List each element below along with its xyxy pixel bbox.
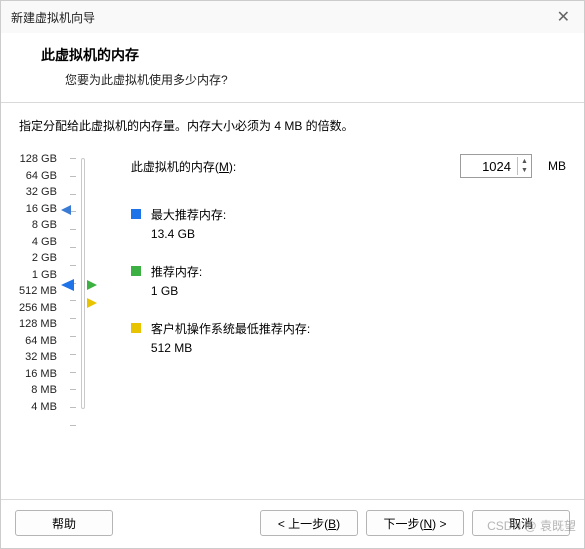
recommended-pointer-icon <box>87 280 97 290</box>
legend-max-value: 13.4 GB <box>151 227 226 241</box>
instruction-text: 指定分配给此虚拟机的内存量。内存大小必须为 4 MB 的倍数。 <box>1 103 584 144</box>
min-pointer-icon <box>87 298 97 308</box>
scale-label: 32 MB <box>25 352 57 363</box>
page-title: 此虚拟机的内存 <box>41 45 566 65</box>
scale-labels: 128 GB 64 GB 32 GB 16 GB 8 GB 4 GB 2 GB 1 GB 512… <box>19 154 61 413</box>
square-icon-green <box>131 266 141 276</box>
close-icon[interactable]: ✕ <box>553 7 574 27</box>
max-pointer-icon <box>61 205 71 215</box>
scale-label: 512 MB <box>19 286 57 297</box>
legend-rec-label: 推荐内存: <box>151 263 202 280</box>
cancel-button[interactable]: 取消 <box>472 510 570 536</box>
memory-input[interactable]: ▲ ▼ <box>460 154 532 178</box>
memory-field[interactable] <box>461 157 517 176</box>
wizard-header: 此虚拟机的内存 您要为此虚拟机使用多少内存? <box>1 33 584 102</box>
legend-min-value: 512 MB <box>151 341 310 355</box>
scale-label: 32 GB <box>26 187 57 198</box>
scale-label: 4 GB <box>32 237 57 248</box>
memory-unit: MB <box>548 159 566 173</box>
slider-track-wrap[interactable] <box>61 154 103 413</box>
scale-label: 64 GB <box>26 171 57 182</box>
footer: 帮助 < 上一步(B) 下一步(N) > 取消 <box>1 499 584 548</box>
legend-recommended: 推荐内存: 1 GB <box>131 263 566 298</box>
main-area: 128 GB 64 GB 32 GB 16 GB 8 GB 4 GB 2 GB 1 GB 512… <box>1 144 584 413</box>
square-icon-blue <box>131 209 141 219</box>
page-subtitle: 您要为此虚拟机使用多少内存? <box>41 71 566 88</box>
scale-label: 16 MB <box>25 369 57 380</box>
current-pointer-icon[interactable] <box>61 279 74 291</box>
legend-min-label: 客户机操作系统最低推荐内存: <box>151 320 310 337</box>
legend-min: 客户机操作系统最低推荐内存: 512 MB <box>131 320 566 355</box>
next-button[interactable]: 下一步(N) > <box>366 510 464 536</box>
memory-scale: 128 GB 64 GB 32 GB 16 GB 8 GB 4 GB 2 GB 1 GB 512… <box>19 154 103 413</box>
scale-label: 2 GB <box>32 253 57 264</box>
square-icon-yellow <box>131 323 141 333</box>
memory-label: 此虚拟机的内存(M): <box>131 158 448 175</box>
spinner-arrows[interactable]: ▲ ▼ <box>517 157 531 175</box>
scale-label: 1 GB <box>32 270 57 281</box>
scale-label: 128 MB <box>19 319 57 330</box>
info-column: 此虚拟机的内存(M): ▲ ▼ MB 最大推荐内存: 13.4 GB 推荐内存: <box>103 154 566 413</box>
memory-input-row: 此虚拟机的内存(M): ▲ ▼ MB <box>131 154 566 178</box>
legend-rec-value: 1 GB <box>151 284 202 298</box>
scale-label: 16 GB <box>26 204 57 215</box>
spinner-down-icon[interactable]: ▼ <box>518 166 531 175</box>
titlebar: 新建虚拟机向导 ✕ <box>1 1 584 33</box>
window-title: 新建虚拟机向导 <box>11 9 95 26</box>
legend-max-label: 最大推荐内存: <box>151 206 226 223</box>
scale-label: 256 MB <box>19 303 57 314</box>
back-button[interactable]: < 上一步(B) <box>260 510 358 536</box>
scale-label: 8 MB <box>31 385 57 396</box>
scale-label: 8 GB <box>32 220 57 231</box>
legend-max: 最大推荐内存: 13.4 GB <box>131 206 566 241</box>
scale-label: 128 GB <box>20 154 57 165</box>
scale-label: 64 MB <box>25 336 57 347</box>
slider-track[interactable] <box>81 158 85 409</box>
scale-label: 4 MB <box>31 402 57 413</box>
help-button[interactable]: 帮助 <box>15 510 113 536</box>
spinner-up-icon[interactable]: ▲ <box>518 157 531 166</box>
